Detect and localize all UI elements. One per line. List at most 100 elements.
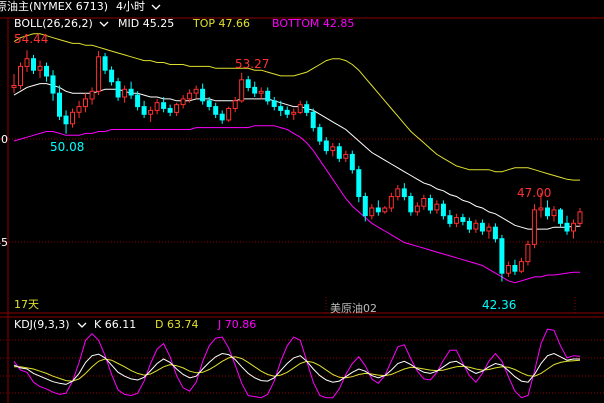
candle-body [395,188,401,198]
period-selector[interactable]: 4小时 [116,0,145,13]
candle-body [161,102,167,109]
candle [37,60,43,78]
candle [447,209,453,228]
price-tick-lower: 45 [0,236,8,249]
candle-body [265,90,271,102]
candle-body [466,220,472,230]
candle-body [252,86,258,94]
chart-header: 原油主(NYMEX 6713) 4小时 [0,0,161,13]
days-label: 17天 [14,298,39,311]
candle-body [505,265,511,274]
candle [96,51,102,96]
candle [440,200,446,220]
candle [31,54,36,75]
candle [499,234,505,282]
candle-body [44,65,49,77]
candle-body [219,113,225,121]
price-tick-upper: 50 [0,133,8,146]
candle [18,62,23,90]
candle [564,215,570,235]
candle-body [421,198,427,207]
candle-body [558,209,563,224]
kdj-d-line [14,356,581,382]
candle-body [323,140,329,152]
candle [531,204,537,249]
chevron-down-icon[interactable] [99,21,109,27]
boll-mid-value: MID 45.25 [118,17,174,30]
candle-body [473,222,479,230]
candle-body [317,127,323,142]
candle-body [388,196,394,209]
candle-body [564,222,570,232]
candle [154,98,160,115]
candle [245,75,251,92]
candle-body [278,106,284,111]
instrument-title[interactable]: 原油主(NYMEX 6713) [0,0,108,13]
candle-body [109,69,115,83]
candle-body [440,203,446,217]
candle-body [200,88,206,102]
kdj-k-value: K 66.11 [94,318,136,331]
candle-body [232,100,238,110]
candle [330,142,336,157]
candle [109,66,115,86]
candle [434,200,440,214]
candle-body [304,104,310,113]
candle-body [512,265,518,272]
candle [343,150,349,163]
candle [115,77,121,101]
boll-label[interactable]: BOLL(26,26,2) [14,17,93,30]
candle [395,185,401,201]
candle [408,192,414,216]
boll-mid-line [13,83,580,230]
candle-body [11,85,17,88]
chevron-down-icon[interactable] [77,322,87,328]
candle-body [486,226,492,232]
kdj-label[interactable]: KDJ(9,3,3) [14,318,70,331]
candle [141,100,147,119]
candle [76,100,82,119]
candle-body [89,90,95,100]
annotation-high-47-00: 47.00 [517,186,551,200]
candle-body [206,100,212,108]
candle-body [499,238,505,274]
candle [239,72,245,103]
candle [414,202,420,216]
candle-body [96,56,102,92]
candle [505,261,511,277]
candle [525,240,531,266]
candle [50,70,56,101]
candle-body [70,111,75,125]
candle-body [187,92,193,100]
instrument-footer-label: 美原油02 [330,301,377,315]
candle [558,208,563,228]
candle-body [180,98,186,106]
candle-body [330,146,336,152]
candle [317,123,323,145]
candle [219,110,225,124]
candle-body [154,102,160,111]
candle-body [447,215,453,224]
candle [349,150,355,174]
candle-body [375,207,381,213]
annotation-low-50-08: 50.08 [50,140,84,154]
candle [167,104,173,117]
kdj-legend: KDJ(9,3,3) K 66.11 D 63.74 J 70.86 [14,318,256,331]
candle [193,85,199,99]
candle-body [408,196,414,213]
candle [24,50,30,73]
candle [102,52,108,75]
chevron-down-icon[interactable] [151,4,161,10]
candle [213,102,219,119]
candle [63,110,69,134]
candle-body [460,217,466,222]
candle [232,97,238,113]
boll-legend: BOLL(26,26,2) MID 45.25 TOP 47.66 BOTTOM… [14,17,354,30]
candle-body [83,98,88,108]
candle-body [453,217,459,224]
candle [89,87,95,105]
candle-body [18,65,23,87]
candle-body [115,81,121,98]
annotation-low-42-36: 42.36 [482,298,516,312]
candle [473,219,479,233]
